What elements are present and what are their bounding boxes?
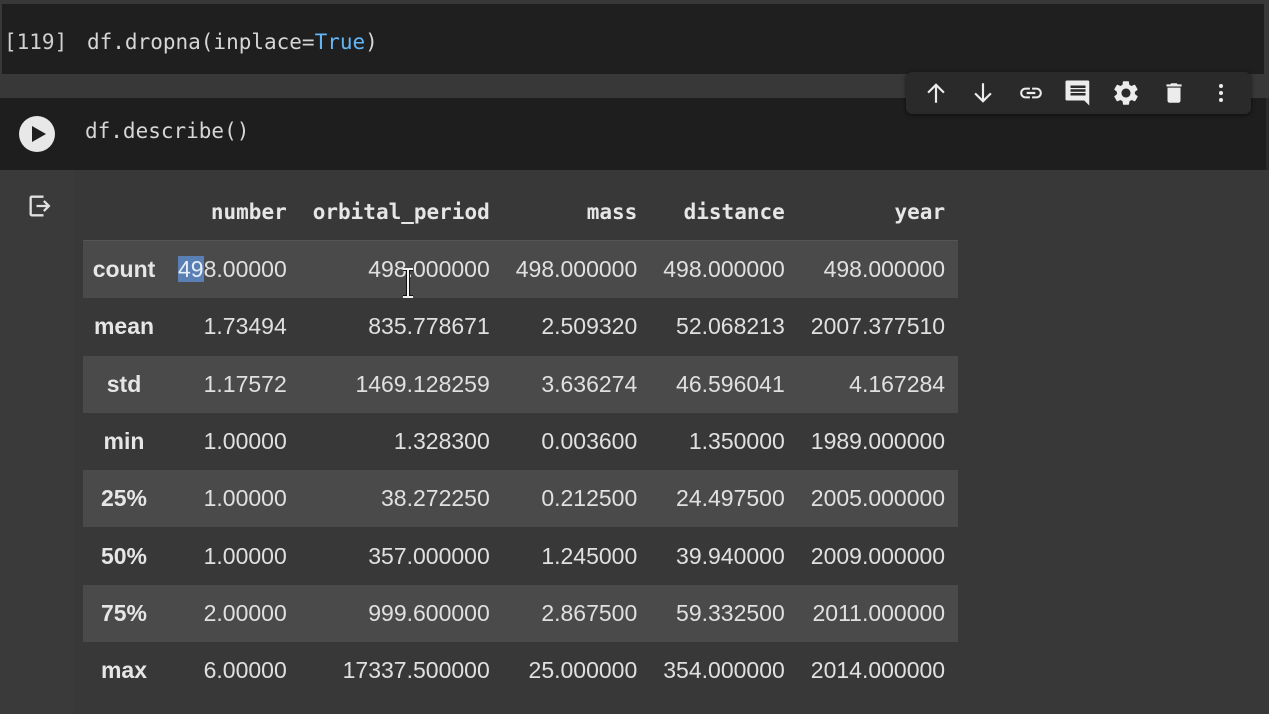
table-cell: 1.245000 — [541, 542, 638, 569]
column-header: distance — [650, 184, 798, 241]
code-text-suffix: ) — [365, 30, 378, 54]
table-cell: 357.000000 — [368, 542, 490, 569]
row-header: min — [103, 428, 145, 455]
code-keyword: True — [314, 30, 366, 54]
table-corner — [83, 184, 165, 241]
delete-cell-button[interactable] — [1157, 76, 1191, 110]
table-cell: 1.00000 — [203, 485, 287, 512]
table-cell: 24.497500 — [676, 485, 785, 512]
more-vert-icon — [1219, 84, 1224, 102]
copy-link-button[interactable] — [1014, 76, 1048, 110]
column-header: mass — [502, 184, 651, 241]
row-header: count — [92, 256, 156, 283]
table-cell: 999.600000 — [368, 599, 490, 626]
table-cell: 2009.000000 — [810, 542, 946, 569]
table-cell: 0.003600 — [541, 428, 638, 455]
table-cell: 38.272250 — [381, 485, 490, 512]
more-actions-button[interactable] — [1204, 76, 1238, 110]
table-cell: 1.00000 — [203, 428, 287, 455]
move-cell-up-button[interactable] — [919, 76, 953, 110]
table-cell: 46.596041 — [676, 370, 785, 397]
comment-icon — [1065, 80, 1090, 106]
table-cell: 39.940000 — [676, 542, 785, 569]
previous-cell-code[interactable]: df.dropna(inplace=True) — [87, 30, 378, 54]
table-cell: 25.000000 — [528, 657, 638, 684]
table-header-row: number orbital_period mass distance year — [83, 184, 959, 241]
move-down-icon — [974, 83, 993, 103]
table-cell: 2.867500 — [541, 599, 638, 626]
selected-text: 49 — [178, 256, 204, 283]
table-cell: 2007.377510 — [810, 313, 946, 340]
table-cell: 498.00000 — [165, 241, 300, 299]
table-row: max 6.00000 17337.500000 25.000000 354.00000… — [83, 642, 958, 699]
text-cursor-icon — [403, 268, 413, 298]
table-cell: 835.778671 — [368, 313, 490, 340]
table-cell: 2005.000000 — [810, 485, 946, 512]
run-cell-button[interactable] — [19, 116, 55, 152]
table-cell: 17337.500000 — [342, 657, 490, 684]
table-cell: 354.000000 — [663, 657, 785, 684]
column-header: orbital_period — [299, 184, 503, 241]
output-gutter — [0, 170, 74, 714]
table-cell: 498.000000 — [663, 256, 785, 283]
row-header: 25% — [100, 485, 148, 512]
table-row: std 1.17572 1469.128259 3.636274 46.596041 4.… — [83, 355, 959, 413]
row-header: max — [100, 657, 148, 684]
cell-code[interactable]: df.describe() — [85, 119, 249, 143]
table-cell: 3.636274 — [541, 370, 638, 397]
describe-table: number orbital_period mass distance year… — [83, 184, 959, 699]
previous-cell-code-area[interactable]: [119] df.dropna(inplace=True) — [2, 4, 1264, 74]
output-actions-button[interactable] — [26, 192, 54, 224]
table-cell: 6.00000 — [203, 657, 287, 684]
table-cell: 1.350000 — [688, 428, 785, 455]
table-row: min 1.00000 1.328300 0.003600 1.350000 1989.0… — [83, 413, 958, 470]
table-cell: 2014.000000 — [810, 657, 946, 684]
table-row: 50% 1.00000 357.000000 1.245000 39.940000 200… — [83, 527, 958, 584]
column-header: number — [165, 184, 300, 241]
execution-count: [119] — [4, 30, 68, 54]
table-row: 25% 1.00000 38.272250 0.212500 24.497500 2005… — [83, 470, 959, 528]
cell-text: 8.00000 — [203, 256, 287, 283]
table-cell: 1.17572 — [203, 370, 287, 397]
table-cell: 498.000000 — [823, 256, 946, 283]
row-header: mean — [93, 313, 155, 340]
code-text: df.dropna(inplace= — [87, 30, 315, 54]
table-cell: 2.00000 — [203, 599, 287, 626]
table-cell: 1469.128259 — [355, 370, 490, 397]
gear-icon — [1114, 81, 1138, 105]
cell-toolbar — [906, 72, 1251, 114]
table-cell: 1.00000 — [203, 542, 287, 569]
output-exit-icon — [29, 195, 51, 217]
trash-icon — [1166, 83, 1182, 103]
table-cell: 2.509320 — [541, 313, 638, 340]
table-cell: 1.73494 — [203, 313, 287, 340]
link-icon — [1020, 87, 1042, 99]
table-cell: 4.167284 — [849, 370, 946, 397]
table-cell: 2011.000000 — [812, 599, 946, 626]
row-header: 75% — [100, 599, 148, 626]
table-row: mean 1.73494 835.778671 2.509320 52.068213 20… — [83, 298, 958, 355]
table-row: 75% 2.00000 999.600000 2.867500 59.332500 201… — [83, 584, 959, 643]
previous-cell[interactable]: [119] df.dropna(inplace=True) — [0, 0, 1269, 78]
play-icon — [31, 126, 46, 142]
column-header: year — [797, 184, 959, 241]
table-cell: 498.000000 — [515, 256, 638, 283]
table-row: count 498.00000 498.000000 498.000000 498.00… — [83, 240, 959, 299]
table-cell: 52.068213 — [676, 313, 785, 340]
move-up-icon — [927, 83, 945, 103]
table-cell: 0.212500 — [541, 485, 638, 512]
add-comment-button[interactable] — [1061, 76, 1095, 110]
row-header: std — [106, 370, 142, 397]
move-cell-down-button[interactable] — [966, 76, 1000, 110]
row-header: 50% — [100, 542, 148, 569]
table-cell: 59.332500 — [676, 599, 785, 626]
cell-settings-button[interactable] — [1109, 76, 1143, 110]
table-cell: 1.328300 — [393, 428, 490, 455]
table-cell: 1989.000000 — [810, 428, 946, 455]
